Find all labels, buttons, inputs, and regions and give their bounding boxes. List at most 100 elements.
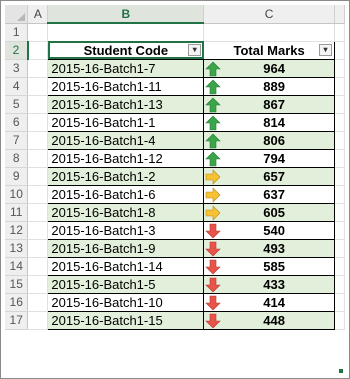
column-header-d[interactable] bbox=[334, 5, 345, 24]
row-header[interactable]: 1 bbox=[5, 23, 29, 42]
cell[interactable] bbox=[203, 23, 335, 42]
cell[interactable] bbox=[334, 131, 345, 150]
total-marks-cell[interactable]: 867 bbox=[203, 94, 335, 114]
row-header[interactable]: 8 bbox=[5, 149, 29, 168]
student-code-cell[interactable]: 2015-16-Batch1-5 bbox=[47, 274, 205, 294]
column-header-c[interactable]: C bbox=[203, 5, 335, 24]
row-header[interactable]: 7 bbox=[5, 131, 29, 150]
cell[interactable] bbox=[334, 23, 345, 42]
column-header-b[interactable]: B bbox=[47, 5, 205, 24]
cell[interactable] bbox=[334, 167, 345, 186]
student-code-cell[interactable]: 2015-16-Batch1-11 bbox=[47, 76, 205, 96]
row-header[interactable]: 13 bbox=[5, 239, 29, 258]
student-code-cell[interactable]: 2015-16-Batch1-3 bbox=[47, 220, 205, 240]
cell[interactable] bbox=[334, 95, 345, 114]
total-marks-value: 605 bbox=[263, 204, 285, 220]
cell[interactable] bbox=[334, 293, 345, 312]
table-row: 4 2015-16-Batch1-11 889 bbox=[5, 76, 345, 96]
row-header[interactable]: 4 bbox=[5, 77, 29, 96]
total-marks-cell[interactable]: 657 bbox=[203, 166, 335, 186]
total-marks-cell[interactable]: 585 bbox=[203, 256, 335, 276]
table-row: 9 2015-16-Batch1-2 657 bbox=[5, 166, 345, 186]
student-code-cell[interactable]: 2015-16-Batch1-14 bbox=[47, 256, 205, 276]
total-marks-cell[interactable]: 794 bbox=[203, 148, 335, 168]
total-marks-cell[interactable]: 806 bbox=[203, 130, 335, 150]
student-code-cell[interactable]: 2015-16-Batch1-8 bbox=[47, 202, 205, 222]
cell[interactable] bbox=[334, 311, 345, 330]
student-code-cell[interactable]: 2015-16-Batch1-10 bbox=[47, 292, 205, 312]
row-header[interactable]: 11 bbox=[5, 203, 29, 222]
cell[interactable] bbox=[334, 77, 345, 96]
student-code-cell[interactable]: 2015-16-Batch1-4 bbox=[47, 130, 205, 150]
total-marks-cell[interactable]: 448 bbox=[203, 310, 335, 330]
total-marks-header-cell[interactable]: Total Marks ▾ bbox=[203, 40, 335, 60]
row-header[interactable]: 2 bbox=[5, 41, 29, 60]
cell[interactable] bbox=[27, 167, 49, 186]
student-code-cell[interactable]: 2015-16-Batch1-6 bbox=[47, 184, 205, 204]
cell[interactable] bbox=[27, 131, 49, 150]
cell[interactable] bbox=[27, 275, 49, 294]
cell[interactable] bbox=[334, 149, 345, 168]
cell[interactable] bbox=[27, 203, 49, 222]
total-marks-cell[interactable]: 605 bbox=[203, 202, 335, 222]
cell[interactable] bbox=[27, 77, 49, 96]
cell[interactable] bbox=[27, 221, 49, 240]
cell[interactable] bbox=[27, 239, 49, 258]
row-header[interactable]: 17 bbox=[5, 311, 29, 330]
student-code-cell[interactable]: 2015-16-Batch1-2 bbox=[47, 166, 205, 186]
sort-descending-filter-icon[interactable]: ▾ bbox=[319, 43, 332, 56]
row-header[interactable]: 12 bbox=[5, 221, 29, 240]
row-header[interactable]: 9 bbox=[5, 167, 29, 186]
student-code-cell[interactable]: 2015-16-Batch1-7 bbox=[47, 58, 205, 78]
total-marks-cell[interactable]: 637 bbox=[203, 184, 335, 204]
cell[interactable] bbox=[27, 23, 49, 42]
row-header[interactable]: 15 bbox=[5, 275, 29, 294]
cell[interactable] bbox=[334, 275, 345, 294]
cell[interactable] bbox=[27, 95, 49, 114]
cell[interactable] bbox=[334, 185, 345, 204]
row-header[interactable]: 6 bbox=[5, 113, 29, 132]
total-marks-header-label: Total Marks bbox=[233, 42, 305, 58]
cell[interactable] bbox=[27, 113, 49, 132]
total-marks-cell[interactable]: 433 bbox=[203, 274, 335, 294]
cell[interactable] bbox=[27, 185, 49, 204]
cell[interactable] bbox=[27, 149, 49, 168]
total-marks-cell[interactable]: 814 bbox=[203, 112, 335, 132]
total-marks-cell[interactable]: 414 bbox=[203, 292, 335, 312]
row-header[interactable]: 14 bbox=[5, 257, 29, 276]
total-marks-cell[interactable]: 493 bbox=[203, 238, 335, 258]
student-code-cell[interactable]: 2015-16-Batch1-9 bbox=[47, 238, 205, 258]
cell[interactable] bbox=[27, 311, 49, 330]
cell[interactable] bbox=[334, 257, 345, 276]
cell[interactable] bbox=[27, 293, 49, 312]
cell[interactable] bbox=[334, 203, 345, 222]
student-code-cell[interactable]: 2015-16-Batch1-13 bbox=[47, 94, 205, 114]
cell[interactable] bbox=[334, 221, 345, 240]
row-header[interactable]: 16 bbox=[5, 293, 29, 312]
student-code-cell[interactable]: 2015-16-Batch1-1 bbox=[47, 112, 205, 132]
total-marks-cell[interactable]: 964 bbox=[203, 58, 335, 78]
total-marks-cell[interactable]: 889 bbox=[203, 76, 335, 96]
total-marks-cell[interactable]: 540 bbox=[203, 220, 335, 240]
column-header-a[interactable]: A bbox=[27, 5, 49, 24]
cell[interactable] bbox=[47, 23, 205, 42]
cell[interactable] bbox=[27, 41, 49, 60]
total-marks-value: 889 bbox=[263, 78, 285, 94]
student-code-cell[interactable]: 2015-16-Batch1-12 bbox=[47, 148, 205, 168]
cell[interactable] bbox=[27, 59, 49, 78]
student-code-header-label: Student Code bbox=[83, 42, 169, 58]
red-down-arrow-icon bbox=[205, 295, 221, 311]
filter-dropdown-icon[interactable]: ▾ bbox=[188, 43, 202, 56]
row-header[interactable]: 3 bbox=[5, 59, 29, 78]
cell[interactable] bbox=[27, 257, 49, 276]
row-header[interactable]: 5 bbox=[5, 95, 29, 114]
select-all-corner[interactable] bbox=[5, 5, 29, 24]
row-header[interactable]: 10 bbox=[5, 185, 29, 204]
cell[interactable] bbox=[334, 59, 345, 78]
cell[interactable] bbox=[334, 41, 345, 60]
cell[interactable] bbox=[334, 239, 345, 258]
table-resize-handle[interactable] bbox=[339, 369, 343, 373]
student-code-header-cell[interactable]: Student Code ▾ bbox=[47, 40, 205, 60]
student-code-cell[interactable]: 2015-16-Batch1-15 bbox=[47, 310, 205, 330]
cell[interactable] bbox=[334, 113, 345, 132]
